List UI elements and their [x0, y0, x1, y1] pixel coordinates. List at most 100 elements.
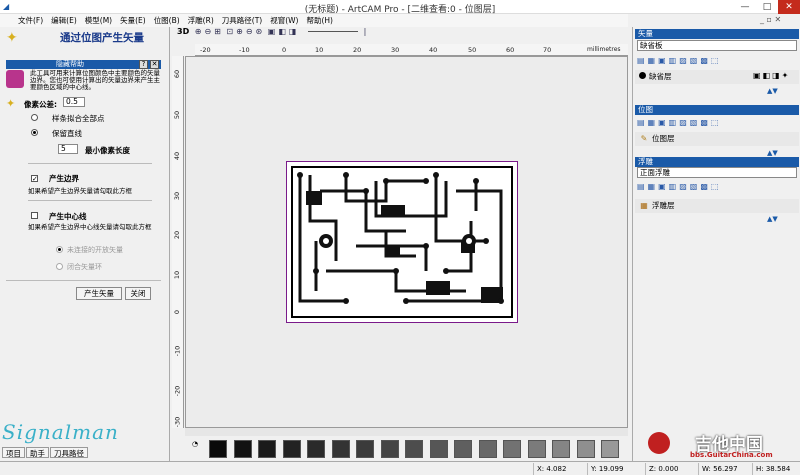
centerline-description: 如果希望产生边界中心线矢量请勾取此方框 — [28, 223, 152, 231]
menu-toolpath[interactable]: 刀具路径(T) — [218, 14, 266, 27]
menu-help[interactable]: 帮助(H) — [302, 14, 337, 27]
ruler-v-tick: 40 — [173, 151, 182, 161]
close-window-icon[interactable]: ✕ — [778, 0, 800, 14]
tab-project[interactable]: 项目 — [2, 447, 25, 458]
create-vector-button[interactable]: 产生矢量 — [76, 287, 122, 300]
color-swatch[interactable] — [552, 440, 570, 458]
color-swatch[interactable] — [331, 440, 350, 458]
relief-layer-row[interactable]: ▦ 浮雕层 — [635, 199, 799, 213]
color-icon[interactable]: ◨ — [289, 27, 297, 36]
closed-loop-radio[interactable] — [56, 263, 63, 272]
layer-visibility-icon[interactable]: ▣◧◨✦ — [753, 71, 790, 80]
close-button[interactable]: 关闭 — [125, 287, 151, 300]
horizontal-scrollbar[interactable] — [185, 428, 628, 436]
relief-arrows-icon[interactable]: ▲▼ — [767, 215, 778, 223]
layer-toggle-icon[interactable]: ◧ — [278, 27, 286, 36]
tab-toolpath[interactable]: 刀具路径 — [50, 447, 88, 458]
menu-window[interactable]: 视窗(W) — [266, 14, 302, 27]
status-w: W: 56.297 — [698, 463, 738, 475]
bitmap-layer-row[interactable]: ✎ 位图层 — [635, 132, 799, 146]
swatch-picker-icon[interactable]: ◔ — [192, 440, 198, 448]
color-swatch[interactable] — [282, 440, 301, 458]
3d-view-button[interactable]: 3D — [177, 27, 189, 36]
help-question-icon[interactable]: ? — [139, 60, 148, 69]
min-pixel-input[interactable]: 5 — [58, 144, 78, 154]
layer-arrows-icon[interactable]: ▲▼ — [767, 87, 778, 95]
vector-header[interactable]: 矢量 — [635, 29, 799, 39]
vector-sheet-select[interactable]: 缺省板 — [637, 40, 797, 51]
maximize-icon[interactable]: □ — [756, 0, 778, 14]
status-x: X: 4.082 — [533, 463, 566, 475]
minimize-icon[interactable]: — — [734, 0, 756, 14]
color-swatch[interactable] — [601, 440, 619, 458]
vector-tools-row[interactable]: ▤▦▣▥▨▧▩⬚ — [637, 56, 721, 65]
menu-file[interactable]: 文件(F) — [0, 14, 47, 27]
color-swatch[interactable] — [405, 440, 423, 458]
color-swatch[interactable] — [209, 440, 227, 458]
min-pixel-label: 最小像素长度 — [85, 146, 130, 155]
relief-select[interactable]: 正面浮雕 — [637, 167, 797, 178]
menu-edit[interactable]: 编辑(E) — [47, 14, 81, 27]
color-swatch[interactable] — [478, 440, 497, 458]
create-centerline-label: 产生中心线 — [49, 212, 87, 221]
color-swatch[interactable] — [454, 440, 472, 458]
color-swatch[interactable] — [503, 440, 521, 458]
zoom-fit-icon[interactable]: ⊡ — [226, 27, 233, 36]
horizontal-ruler: -20 -10 0 10 20 30 40 50 60 70 millimetr… — [195, 44, 628, 56]
mdi-controls[interactable]: _ ▫ ✕ — [760, 15, 781, 24]
pixel-tolerance-label: 像素公差: — [24, 100, 57, 109]
slider-handle-icon[interactable]: | — [364, 27, 367, 36]
pixel-tolerance-input[interactable]: 0.5 — [63, 97, 85, 107]
pan-icon[interactable]: ⊛ — [256, 27, 263, 36]
menu-vector[interactable]: 矢量(E) — [116, 14, 150, 27]
help-close-icon[interactable]: ✕ — [150, 60, 159, 69]
color-swatch[interactable] — [356, 440, 374, 458]
drawing-canvas[interactable] — [185, 56, 628, 428]
menu-model[interactable]: 模型(M) — [81, 14, 116, 27]
zoom-box-icon[interactable]: ⊞ — [214, 27, 221, 36]
view-toolbar: 3D ⊕ ⊖ ⊞ ⊡ ⊕ ⊖ ⊛ ▣ ◧ ◨ | — [172, 27, 628, 44]
color-swatch[interactable] — [380, 440, 399, 458]
unconnected-radio[interactable] — [56, 246, 63, 255]
color-swatch[interactable] — [307, 440, 325, 458]
title-bar: ◢ (无标题) - ArtCAM Pro - [二维查看:0 - 位图层] — … — [0, 0, 800, 15]
color-swatch[interactable] — [527, 440, 546, 458]
relief-header[interactable]: 浮雕 — [635, 157, 799, 167]
ruler-v-tick: -30 — [173, 416, 182, 428]
menu-bar: 文件(F) 编辑(E) 模型(M) 矢量(E) 位图(B) 浮雕(R) 刀具路径(T) 视窗(… — [0, 14, 628, 27]
tab-assistant[interactable]: 助手 — [26, 447, 49, 458]
menu-relief[interactable]: 浮雕(R) — [184, 14, 218, 27]
guitarchina-logo: 吉他中国 bbs.GuitarChina.com — [640, 430, 800, 460]
menu-bitmap[interactable]: 位图(B) — [150, 14, 184, 27]
color-swatch[interactable] — [233, 440, 252, 458]
bitmap-tools-row[interactable]: ▤▦▣▥▨▧▩⬚ — [637, 118, 721, 127]
bitmap-arrows-icon[interactable]: ▲▼ — [767, 149, 778, 157]
ruler-v-tick: 20 — [173, 230, 182, 240]
color-swatch[interactable] — [429, 440, 448, 458]
create-boundary-checkbox[interactable]: ✓ — [31, 174, 38, 183]
zoom-prev-icon[interactable]: ⊕ — [236, 27, 243, 36]
ruler-h-tick: -10 — [239, 46, 250, 54]
color-swatch[interactable] — [258, 440, 276, 458]
opacity-slider[interactable] — [308, 31, 359, 32]
signalman-watermark: Signalman — [2, 420, 119, 444]
bitmap-header[interactable]: 位图 — [635, 105, 799, 115]
ruler-h-tick: 30 — [391, 46, 400, 54]
spline-fit-radio[interactable] — [31, 114, 38, 123]
zoom-all-icon[interactable]: ⊖ — [246, 27, 253, 36]
ruler-v-tick: -10 — [173, 345, 182, 357]
hidden-help-label: 隐藏帮助 — [56, 60, 84, 68]
zoom-out-icon[interactable]: ⊖ — [204, 27, 211, 36]
layer-icon[interactable]: ▣ — [268, 27, 276, 36]
create-centerline-checkbox[interactable] — [31, 212, 38, 221]
ruler-h-tick: 50 — [468, 46, 477, 54]
zoom-in-icon[interactable]: ⊕ — [195, 27, 202, 36]
relief-tools-row[interactable]: ▤▦▣▥▨▧▩⬚ — [637, 182, 721, 191]
keep-lines-radio[interactable] — [31, 129, 38, 138]
layer-color-icon — [639, 72, 646, 79]
color-swatch[interactable] — [576, 440, 595, 458]
pcb-bitmap[interactable] — [286, 161, 518, 323]
ruler-v-tick: 10 — [173, 270, 182, 280]
vertical-ruler: 60 50 40 30 20 10 0 -10 -20 -30 — [172, 56, 184, 428]
hidden-help-bar[interactable]: 隐藏帮助 — [6, 60, 161, 69]
